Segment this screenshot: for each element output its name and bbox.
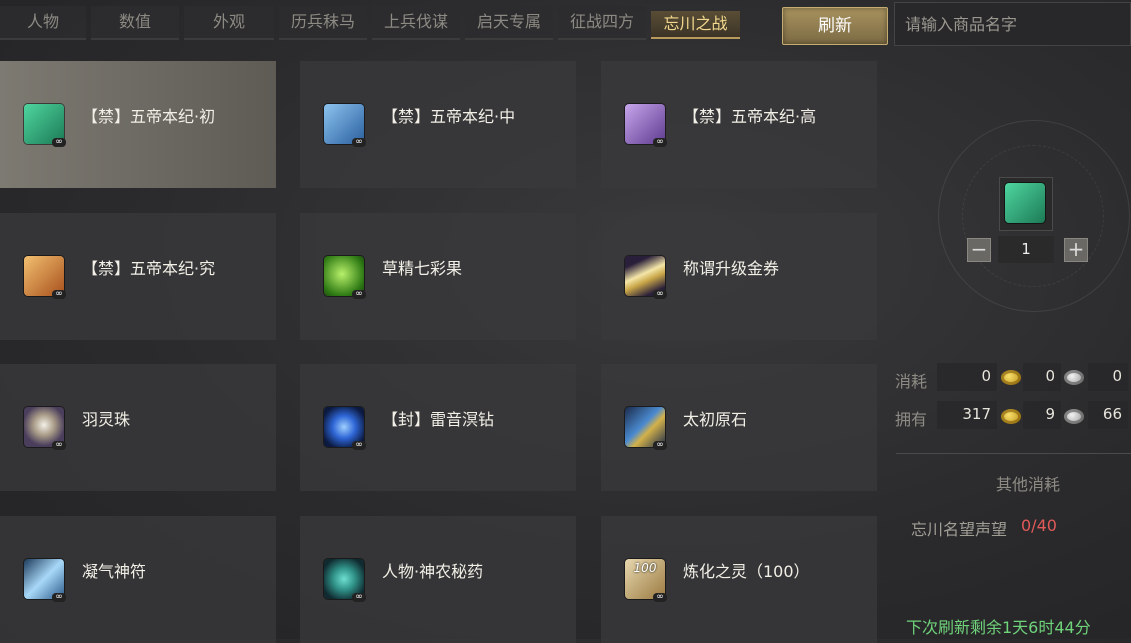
consume-silver-value: 0 [1023,363,1061,391]
consume-gold-value: 0 [937,363,997,391]
own-gold-value: 317 [937,401,997,429]
other-cost-title: 其他消耗 [996,475,1061,494]
item-card[interactable]: ∞ 【禁】五帝本纪·高 [601,61,877,188]
category-tabs: 人物 数值 外观 历兵秣马 上兵伐谋 启天专属 征战四方 忘川之战 [0,6,750,40]
unlimited-badge: ∞ [352,593,366,602]
item-name: 【禁】五帝本纪·高 [683,107,817,126]
unlimited-badge: ∞ [52,441,66,450]
tab-character[interactable]: 人物 [0,6,86,40]
item-name: 羽灵珠 [82,410,131,429]
potion-icon: ∞ [324,559,366,602]
reputation-value: 0/40 [1021,516,1057,535]
purple-book-icon: ∞ [625,104,667,147]
tab-stats[interactable]: 数值 [91,6,179,40]
item-name: 【禁】五帝本纪·究 [82,259,216,278]
quantity-minus-button[interactable]: − [967,238,991,262]
tab-qitian-exclusive[interactable]: 启天专属 [465,6,553,40]
item-card[interactable]: ∞ 【禁】五帝本纪·中 [300,61,576,188]
item-card[interactable]: 100 ∞ 炼化之灵（100） [601,516,877,643]
unlimited-badge: ∞ [653,593,667,602]
green-fruit-icon: ∞ [324,256,366,299]
own-other-value: 66 [1088,401,1128,429]
unlimited-badge: ∞ [52,138,66,147]
blue-gem-icon: ∞ [324,407,366,450]
blue-book-icon: ∞ [324,104,366,147]
item-name: 草精七彩果 [382,259,463,278]
item-card[interactable]: ∞ 羽灵珠 [0,364,276,491]
tab-zhengzhan-sifang[interactable]: 征战四方 [558,6,646,40]
pearl-icon: ∞ [24,407,66,450]
consume-label: 消耗 [895,372,928,391]
item-name: 凝气神符 [82,562,147,581]
talisman-icon: ∞ [24,559,66,602]
quantity-input[interactable]: 1 [998,236,1054,263]
tab-wangchuan-battle[interactable]: 忘川之战 [651,11,740,39]
search-box [894,2,1131,46]
spirit-100-icon: 100 ∞ [625,559,667,602]
item-card[interactable]: ∞ 凝气神符 [0,516,276,643]
item-name: 称谓升级金券 [683,259,780,278]
spirit-100-label: 100 [633,561,657,575]
gold-coin-icon [1001,409,1021,424]
item-card[interactable]: ∞ 太初原石 [601,364,877,491]
item-name: 【禁】五帝本纪·初 [82,107,216,126]
item-card[interactable]: ∞ 人物·神农秘药 [300,516,576,643]
unlimited-badge: ∞ [653,138,667,147]
own-silver-value: 9 [1023,401,1061,429]
item-name: 炼化之灵（100） [683,562,810,581]
unlimited-badge: ∞ [52,290,66,299]
tab-libingmoma[interactable]: 历兵秣马 [279,6,367,40]
own-label: 拥有 [895,410,928,429]
item-card[interactable]: ∞ 【禁】五帝本纪·究 [0,213,276,340]
consume-other-value: 0 [1088,363,1128,391]
refresh-countdown: 下次刷新剩余1天6时44分 [906,618,1091,637]
unlimited-badge: ∞ [52,593,66,602]
reputation-label: 忘川名望声望 [911,520,1008,539]
search-input[interactable] [903,3,1126,45]
tab-shangbingfamou[interactable]: 上兵伐谋 [372,6,460,40]
item-name: 人物·神农秘药 [382,562,484,581]
refresh-button[interactable]: 刷新 [782,7,888,45]
tab-appearance[interactable]: 外观 [184,6,274,40]
unlimited-badge: ∞ [352,441,366,450]
quantity-plus-button[interactable]: + [1064,238,1088,262]
item-card[interactable]: ∞ 草精七彩果 [300,213,576,340]
item-card[interactable]: ∞ 【封】雷音溟钻 [300,364,576,491]
item-card[interactable]: ∞ 称谓升级金券 [601,213,877,340]
unlimited-badge: ∞ [653,290,667,299]
unlimited-badge: ∞ [352,138,366,147]
divider [896,453,1131,454]
unlimited-badge: ∞ [352,290,366,299]
item-card[interactable]: ∞ 【禁】五帝本纪·初 [0,61,276,188]
silver-coin-icon [1064,370,1084,385]
gold-ticket-icon: ∞ [625,256,667,299]
selected-item-slot [999,177,1053,231]
green-book-icon: ∞ [24,104,66,147]
unlimited-badge: ∞ [653,441,667,450]
item-name: 【禁】五帝本纪·中 [382,107,516,126]
orange-book-icon: ∞ [24,256,66,299]
silver-coin-icon [1064,409,1084,424]
gold-coin-icon [1001,370,1021,385]
green-book-icon [1005,183,1045,223]
raw-stone-icon: ∞ [625,407,667,450]
item-name: 【封】雷音溟钻 [382,410,495,429]
item-name: 太初原石 [683,410,748,429]
